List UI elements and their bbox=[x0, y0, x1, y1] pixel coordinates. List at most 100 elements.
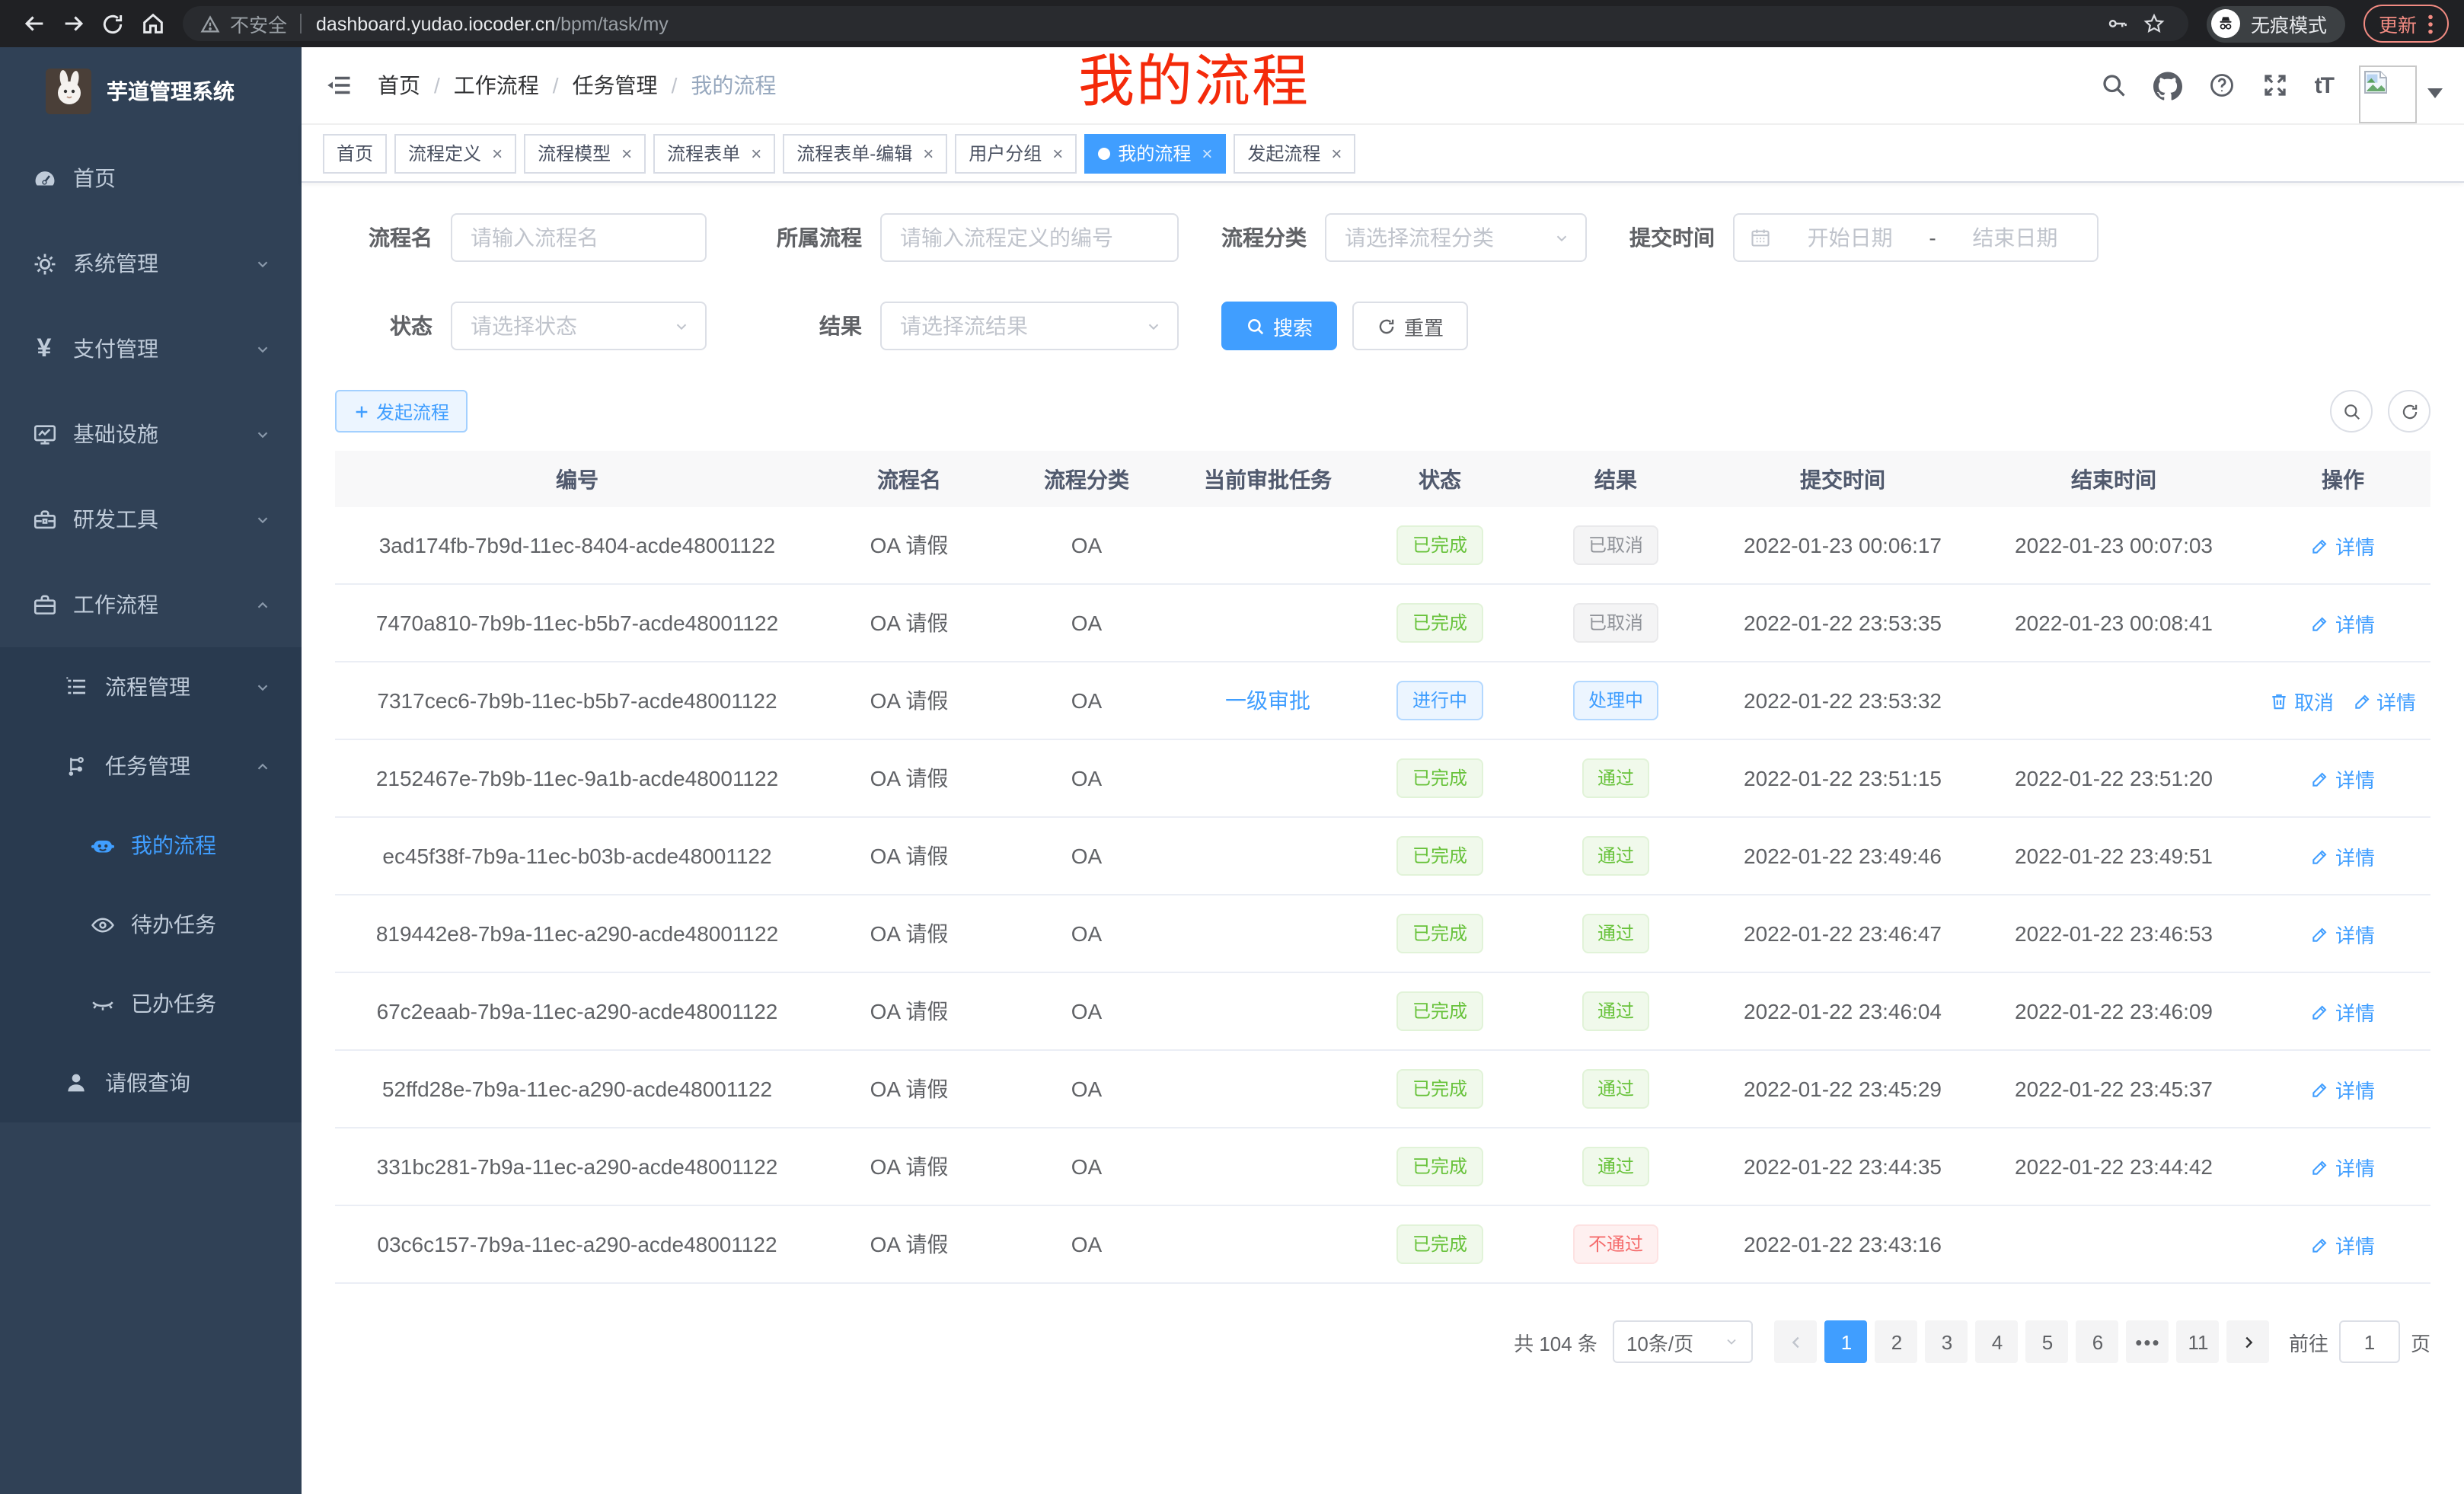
sidebar-item-workflow[interactable]: 工作流程 bbox=[0, 562, 302, 647]
help-icon[interactable] bbox=[2208, 72, 2236, 99]
page-button-1[interactable]: 1 bbox=[1825, 1320, 1868, 1363]
update-label[interactable]: 更新 bbox=[2379, 9, 2417, 38]
action-详情[interactable]: 详情 bbox=[2311, 608, 2375, 637]
sidebar-item-system[interactable]: 系统管理 bbox=[0, 221, 302, 306]
sidebar-item-leave-query[interactable]: 请假查询 bbox=[0, 1043, 302, 1122]
font-size-icon[interactable]: tT bbox=[2315, 72, 2333, 98]
process-definition-input[interactable] bbox=[880, 213, 1179, 262]
github-icon[interactable] bbox=[2153, 71, 2182, 100]
next-page-button[interactable] bbox=[2227, 1320, 2270, 1363]
url-host[interactable]: dashboard.yudao.iocoder.cn bbox=[316, 13, 555, 34]
page-button-4[interactable]: 4 bbox=[1976, 1320, 2019, 1363]
tab-流程表单-编辑[interactable]: 流程表单-编辑× bbox=[783, 133, 947, 173]
reload-icon[interactable] bbox=[94, 5, 131, 42]
sidebar-item-my-process[interactable]: 我的流程 bbox=[0, 806, 302, 885]
more-vertical-icon[interactable] bbox=[2427, 13, 2434, 34]
prev-page-button[interactable] bbox=[1775, 1320, 1818, 1363]
sidebar-item-done-tasks[interactable]: 已办任务 bbox=[0, 964, 302, 1043]
eye-closed-icon bbox=[88, 990, 116, 1017]
action-详情[interactable]: 详情 bbox=[2311, 1074, 2375, 1103]
tab-我的流程[interactable]: 我的流程× bbox=[1084, 133, 1226, 173]
start-date-placeholder[interactable]: 开始日期 bbox=[1783, 222, 1917, 253]
security-label[interactable]: 不安全 bbox=[230, 9, 287, 38]
process-name-input[interactable] bbox=[451, 213, 707, 262]
action-详情[interactable]: 详情 bbox=[2311, 841, 2375, 870]
sidebar-item-todo-tasks[interactable]: 待办任务 bbox=[0, 885, 302, 964]
address-bar[interactable]: 不安全 dashboard.yudao.iocoder.cn/bpm/task/… bbox=[183, 6, 2188, 41]
tab-close-icon[interactable]: × bbox=[751, 144, 761, 162]
cell-id: ec45f38f-7b9a-11ec-b03b-acde48001122 bbox=[335, 817, 819, 895]
forward-icon[interactable] bbox=[55, 5, 91, 42]
search-icon[interactable] bbox=[2100, 72, 2127, 99]
breadcrumb-task-mgmt[interactable]: 任务管理 bbox=[573, 70, 658, 101]
flow-icon bbox=[62, 752, 90, 780]
current-task-link[interactable]: 一级审批 bbox=[1225, 688, 1310, 713]
reset-button[interactable]: 重置 bbox=[1352, 302, 1468, 350]
back-icon[interactable] bbox=[15, 5, 52, 42]
tab-close-icon[interactable]: × bbox=[492, 144, 503, 162]
url-path[interactable]: /bpm/task/my bbox=[555, 13, 669, 34]
show-search-button[interactable] bbox=[2330, 390, 2373, 433]
sidebar-item-payment[interactable]: ¥ 支付管理 bbox=[0, 306, 302, 391]
page-size-select[interactable]: 10条/页 bbox=[1613, 1320, 1753, 1363]
sidebar-item-task-mgmt[interactable]: 任务管理 bbox=[0, 726, 302, 806]
caret-down-icon[interactable] bbox=[2427, 88, 2443, 99]
action-详情[interactable]: 详情 bbox=[2311, 919, 2375, 948]
page-button-11[interactable]: 11 bbox=[2177, 1320, 2220, 1363]
fullscreen-icon[interactable] bbox=[2261, 72, 2289, 99]
breadcrumb-workflow[interactable]: 工作流程 bbox=[454, 70, 539, 101]
page-button-2[interactable]: 2 bbox=[1875, 1320, 1918, 1363]
tab-close-icon[interactable]: × bbox=[1052, 144, 1063, 162]
action-取消[interactable]: 取消 bbox=[2270, 686, 2334, 715]
action-详情[interactable]: 详情 bbox=[2352, 686, 2416, 715]
key-icon[interactable] bbox=[2100, 5, 2137, 42]
tab-close-icon[interactable]: × bbox=[1331, 144, 1342, 162]
tab-流程定义[interactable]: 流程定义× bbox=[394, 133, 516, 173]
action-详情[interactable]: 详情 bbox=[2311, 764, 2375, 793]
tab-用户分组[interactable]: 用户分组× bbox=[955, 133, 1077, 173]
user-avatar-area[interactable] bbox=[2359, 47, 2443, 123]
sidebar-item-home[interactable]: 首页 bbox=[0, 136, 302, 221]
cell-category: OA bbox=[999, 1050, 1174, 1128]
home-icon[interactable] bbox=[134, 5, 171, 42]
page-button-5[interactable]: 5 bbox=[2026, 1320, 2069, 1363]
tab-close-icon[interactable]: × bbox=[1202, 144, 1212, 162]
cell-current-task: 一级审批 bbox=[1174, 662, 1361, 739]
tab-close-icon[interactable]: × bbox=[621, 144, 632, 162]
app-logo[interactable]: 芋道管理系统 bbox=[0, 47, 302, 136]
create-process-button[interactable]: 发起流程 bbox=[335, 390, 468, 433]
breadcrumb-home[interactable]: 首页 bbox=[378, 70, 420, 101]
action-详情[interactable]: 详情 bbox=[2311, 531, 2375, 560]
tab-流程模型[interactable]: 流程模型× bbox=[524, 133, 646, 173]
sidebar-item-infrastructure[interactable]: 基础设施 bbox=[0, 391, 302, 477]
result-select[interactable]: 请选择流结果 bbox=[880, 302, 1179, 350]
status-select[interactable]: 请选择状态 bbox=[451, 302, 707, 350]
category-select[interactable]: 请选择流程分类 bbox=[1325, 213, 1587, 262]
tab-发起流程[interactable]: 发起流程× bbox=[1234, 133, 1355, 173]
tab-首页[interactable]: 首页 bbox=[323, 133, 387, 173]
avatar[interactable] bbox=[2359, 65, 2417, 123]
update-button[interactable]: 更新 bbox=[2363, 5, 2449, 43]
action-详情[interactable]: 详情 bbox=[2311, 997, 2375, 1026]
page-ellipsis[interactable]: ••• bbox=[2127, 1320, 2169, 1363]
sidebar-item-process-mgmt[interactable]: 流程管理 bbox=[0, 647, 302, 726]
page-button-6[interactable]: 6 bbox=[2076, 1320, 2119, 1363]
status-badge: 已完成 bbox=[1397, 914, 1483, 953]
page-button-3[interactable]: 3 bbox=[1926, 1320, 1968, 1363]
refresh-table-button[interactable] bbox=[2388, 390, 2430, 433]
star-icon[interactable] bbox=[2137, 5, 2173, 42]
tab-流程表单[interactable]: 流程表单× bbox=[653, 133, 775, 173]
sidebar-toggle-icon[interactable] bbox=[326, 72, 353, 99]
table-row: 3ad174fb-7b9d-11ec-8404-acde48001122OA 请… bbox=[335, 507, 2430, 584]
goto-page-input[interactable] bbox=[2339, 1320, 2400, 1363]
submit-time-range-picker[interactable]: 开始日期 - 结束日期 bbox=[1733, 213, 2099, 262]
action-详情[interactable]: 详情 bbox=[2311, 1152, 2375, 1181]
table-toolbar: 发起流程 bbox=[335, 390, 2430, 433]
search-button[interactable]: 搜索 bbox=[1221, 302, 1337, 350]
status-badge: 已完成 bbox=[1397, 1069, 1483, 1109]
action-详情[interactable]: 详情 bbox=[2311, 1230, 2375, 1259]
end-date-placeholder[interactable]: 结束日期 bbox=[1949, 222, 2082, 253]
cell-current-task bbox=[1174, 739, 1361, 817]
sidebar-item-devtools[interactable]: 研发工具 bbox=[0, 477, 302, 562]
tab-close-icon[interactable]: × bbox=[923, 144, 934, 162]
